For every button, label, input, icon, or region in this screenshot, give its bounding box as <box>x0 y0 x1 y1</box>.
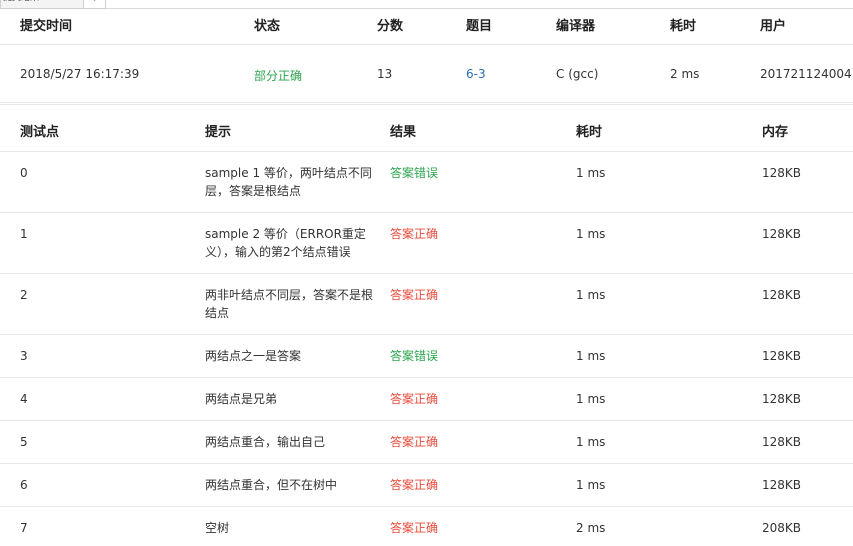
test-case-header-row: 测试点 提示 结果 耗时 内存 <box>0 104 853 152</box>
user-id: 201721124004 <box>760 67 852 81</box>
submission-result-page: 提交结果 ‹ 提交时间 状态 分数 题目 编译器 耗时 用户 2018/5/27… <box>0 0 853 546</box>
header-time: 耗时 <box>576 125 603 140</box>
table-row: 5 两结点重合，输出自己 答案正确 1 ms 128KB <box>0 421 853 464</box>
table-row: 2 两非叶结点不同层，答案不是根结点 答案正确 1 ms 128KB <box>0 274 853 335</box>
header-score: 分数 <box>377 19 404 34</box>
test-hint: 两结点之一是答案 <box>205 349 302 363</box>
problem-link[interactable]: 6-3 <box>466 67 486 81</box>
tab-strip: 提交结果 ‹ <box>0 0 853 9</box>
table-row: 4 两结点是兄弟 答案正确 1 ms 128KB <box>0 378 853 421</box>
test-time: 1 ms <box>576 227 606 241</box>
status-badge: 部分正确 <box>254 69 303 83</box>
test-result: 答案错误 <box>390 349 439 363</box>
header-hint: 提示 <box>205 125 232 140</box>
test-hint: 两非叶结点不同层，答案不是根结点 <box>205 288 374 320</box>
test-hint: 两结点重合，输出自己 <box>205 435 326 449</box>
table-row: 6 两结点重合，但不在树中 答案正确 1 ms 128KB <box>0 464 853 507</box>
header-user: 用户 <box>760 19 787 34</box>
test-case-table: 测试点 提示 结果 耗时 内存 0 sample 1 等价，两叶结点不同层，答案… <box>0 104 853 546</box>
test-memory: 128KB <box>762 435 802 449</box>
summary-header-row: 提交时间 状态 分数 题目 编译器 耗时 用户 <box>0 9 853 45</box>
test-hint: sample 1 等价，两叶结点不同层，答案是根结点 <box>205 166 372 198</box>
table-row: 7 空树 答案正确 2 ms 208KB <box>0 507 853 546</box>
test-result: 答案错误 <box>390 166 439 180</box>
summary-data-row: 2018/5/27 16:17:39 部分正确 13 6-3 C (gcc) 2… <box>0 45 853 103</box>
chevron-left-icon[interactable]: ‹ <box>84 0 106 9</box>
test-memory: 128KB <box>762 478 802 492</box>
test-result: 答案正确 <box>390 392 439 406</box>
test-hint: sample 2 等价（ERROR重定义），输入的第2个结点错误 <box>205 227 366 259</box>
test-result: 答案正确 <box>390 227 439 241</box>
test-time: 1 ms <box>576 166 606 180</box>
test-id: 7 <box>20 521 28 535</box>
header-status: 状态 <box>254 19 281 34</box>
test-result: 答案正确 <box>390 521 439 535</box>
test-time: 1 ms <box>576 288 606 302</box>
header-memory: 内存 <box>762 125 789 140</box>
compiler-value: C (gcc) <box>556 67 599 81</box>
test-memory: 128KB <box>762 392 802 406</box>
test-id: 4 <box>20 392 28 406</box>
test-result: 答案正确 <box>390 435 439 449</box>
test-time: 1 ms <box>576 349 606 363</box>
submit-time: 2018/5/27 16:17:39 <box>20 67 140 81</box>
test-time: 1 ms <box>576 435 606 449</box>
test-hint: 两结点是兄弟 <box>205 392 278 406</box>
table-row: 1 sample 2 等价（ERROR重定义），输入的第2个结点错误 答案正确 … <box>0 213 853 274</box>
browser-tab[interactable]: 提交结果 <box>0 0 84 9</box>
header-result: 结果 <box>390 125 417 140</box>
table-row: 3 两结点之一是答案 答案错误 1 ms 128KB <box>0 335 853 378</box>
test-id: 3 <box>20 349 28 363</box>
test-time: 1 ms <box>576 392 606 406</box>
test-memory: 208KB <box>762 521 802 535</box>
test-memory: 128KB <box>762 288 802 302</box>
score-value: 13 <box>377 67 393 81</box>
table-row: 0 sample 1 等价，两叶结点不同层，答案是根结点 答案错误 1 ms 1… <box>0 152 853 213</box>
submission-summary-table: 提交时间 状态 分数 题目 编译器 耗时 用户 2018/5/27 16:17:… <box>0 9 853 103</box>
test-id: 2 <box>20 288 28 302</box>
test-memory: 128KB <box>762 227 802 241</box>
header-submit-time: 提交时间 <box>20 19 73 34</box>
test-memory: 128KB <box>762 166 802 180</box>
test-hint: 空树 <box>205 521 230 535</box>
test-result: 答案正确 <box>390 288 439 302</box>
test-id: 5 <box>20 435 28 449</box>
test-id: 1 <box>20 227 28 241</box>
header-elapsed: 耗时 <box>670 19 697 34</box>
elapsed-value: 2 ms <box>670 67 700 81</box>
test-hint: 两结点重合，但不在树中 <box>205 478 338 492</box>
test-result: 答案正确 <box>390 478 439 492</box>
test-id: 0 <box>20 166 28 180</box>
header-compiler: 编译器 <box>556 19 596 34</box>
test-memory: 128KB <box>762 349 802 363</box>
header-test-id: 测试点 <box>20 125 60 140</box>
test-time: 2 ms <box>576 521 606 535</box>
test-id: 6 <box>20 478 28 492</box>
header-problem: 题目 <box>466 19 493 34</box>
test-time: 1 ms <box>576 478 606 492</box>
